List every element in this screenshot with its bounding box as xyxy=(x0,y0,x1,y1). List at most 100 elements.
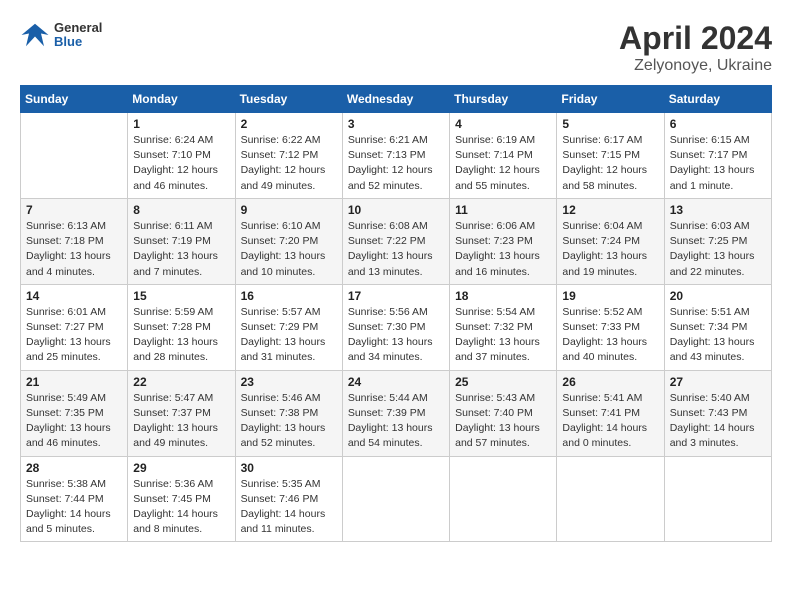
day-number: 30 xyxy=(241,461,337,475)
calendar-cell: 8 Sunrise: 6:11 AM Sunset: 7:19 PM Daylig… xyxy=(128,198,235,284)
day-number: 8 xyxy=(133,203,229,217)
day-detail: Sunrise: 5:40 AM Sunset: 7:43 PM Dayligh… xyxy=(670,391,766,452)
calendar-week-row: 7 Sunrise: 6:13 AM Sunset: 7:18 PM Daylig… xyxy=(21,198,772,284)
calendar-week-row: 1 Sunrise: 6:24 AM Sunset: 7:10 PM Daylig… xyxy=(21,113,772,199)
day-number: 4 xyxy=(455,117,551,131)
weekday-row: SundayMondayTuesdayWednesdayThursdayFrid… xyxy=(21,86,772,113)
weekday-header: Friday xyxy=(557,86,664,113)
day-number: 15 xyxy=(133,289,229,303)
calendar-cell xyxy=(21,113,128,199)
day-number: 19 xyxy=(562,289,658,303)
page-header: General Blue April 2024 Zelyonoye, Ukrai… xyxy=(20,20,772,75)
calendar-cell: 6 Sunrise: 6:15 AM Sunset: 7:17 PM Daylig… xyxy=(664,113,771,199)
calendar-cell: 15 Sunrise: 5:59 AM Sunset: 7:28 PM Dayli… xyxy=(128,284,235,370)
weekday-header: Wednesday xyxy=(342,86,449,113)
calendar-cell: 13 Sunrise: 6:03 AM Sunset: 7:25 PM Dayli… xyxy=(664,198,771,284)
calendar-cell: 18 Sunrise: 5:54 AM Sunset: 7:32 PM Dayli… xyxy=(450,284,557,370)
day-number: 27 xyxy=(670,375,766,389)
day-number: 17 xyxy=(348,289,444,303)
calendar-cell: 28Sunrise: 5:38 AM Sunset: 7:44 PM Dayli… xyxy=(21,456,128,542)
day-number: 18 xyxy=(455,289,551,303)
day-detail: Sunrise: 5:47 AM Sunset: 7:37 PM Dayligh… xyxy=(133,391,229,452)
day-detail: Sunrise: 6:10 AM Sunset: 7:20 PM Dayligh… xyxy=(241,219,337,280)
calendar-week-row: 14 Sunrise: 6:01 AM Sunset: 7:27 PM Dayli… xyxy=(21,284,772,370)
day-detail: Sunrise: 6:24 AM Sunset: 7:10 PM Dayligh… xyxy=(133,133,229,194)
calendar-cell: 27 Sunrise: 5:40 AM Sunset: 7:43 PM Dayli… xyxy=(664,370,771,456)
day-detail: Sunrise: 5:43 AM Sunset: 7:40 PM Dayligh… xyxy=(455,391,551,452)
title-block: April 2024 Zelyonoye, Ukraine xyxy=(619,20,772,75)
calendar-week-row: 28Sunrise: 5:38 AM Sunset: 7:44 PM Dayli… xyxy=(21,456,772,542)
calendar-cell: 5Sunrise: 6:17 AM Sunset: 7:15 PM Daylig… xyxy=(557,113,664,199)
day-detail: Sunrise: 5:41 AM Sunset: 7:41 PM Dayligh… xyxy=(562,391,658,452)
calendar-cell: 9 Sunrise: 6:10 AM Sunset: 7:20 PM Daylig… xyxy=(235,198,342,284)
day-number: 1 xyxy=(133,117,229,131)
calendar-cell: 3Sunrise: 6:21 AM Sunset: 7:13 PM Daylig… xyxy=(342,113,449,199)
calendar-cell: 21 Sunrise: 5:49 AM Sunset: 7:35 PM Dayli… xyxy=(21,370,128,456)
day-detail: Sunrise: 5:56 AM Sunset: 7:30 PM Dayligh… xyxy=(348,305,444,366)
day-number: 13 xyxy=(670,203,766,217)
day-number: 20 xyxy=(670,289,766,303)
day-number: 16 xyxy=(241,289,337,303)
calendar-cell: 16 Sunrise: 5:57 AM Sunset: 7:29 PM Dayli… xyxy=(235,284,342,370)
page-title: April 2024 xyxy=(619,20,772,57)
day-number: 25 xyxy=(455,375,551,389)
day-detail: Sunrise: 5:35 AM Sunset: 7:46 PM Dayligh… xyxy=(241,477,337,538)
day-number: 11 xyxy=(455,203,551,217)
calendar-cell: 1 Sunrise: 6:24 AM Sunset: 7:10 PM Daylig… xyxy=(128,113,235,199)
day-number: 21 xyxy=(26,375,122,389)
day-number: 12 xyxy=(562,203,658,217)
day-detail: Sunrise: 6:15 AM Sunset: 7:17 PM Dayligh… xyxy=(670,133,766,194)
calendar-cell: 17 Sunrise: 5:56 AM Sunset: 7:30 PM Dayli… xyxy=(342,284,449,370)
day-number: 9 xyxy=(241,203,337,217)
logo: General Blue xyxy=(20,20,102,50)
calendar-cell: 22 Sunrise: 5:47 AM Sunset: 7:37 PM Dayli… xyxy=(128,370,235,456)
day-detail: Sunrise: 6:01 AM Sunset: 7:27 PM Dayligh… xyxy=(26,305,122,366)
day-number: 7 xyxy=(26,203,122,217)
calendar-cell: 12 Sunrise: 6:04 AM Sunset: 7:24 PM Dayli… xyxy=(557,198,664,284)
day-detail: Sunrise: 5:57 AM Sunset: 7:29 PM Dayligh… xyxy=(241,305,337,366)
calendar-week-row: 21 Sunrise: 5:49 AM Sunset: 7:35 PM Dayli… xyxy=(21,370,772,456)
day-number: 24 xyxy=(348,375,444,389)
calendar-cell: 10 Sunrise: 6:08 AM Sunset: 7:22 PM Dayli… xyxy=(342,198,449,284)
day-detail: Sunrise: 6:08 AM Sunset: 7:22 PM Dayligh… xyxy=(348,219,444,280)
calendar-cell: 14 Sunrise: 6:01 AM Sunset: 7:27 PM Dayli… xyxy=(21,284,128,370)
day-number: 23 xyxy=(241,375,337,389)
day-detail: Sunrise: 6:04 AM Sunset: 7:24 PM Dayligh… xyxy=(562,219,658,280)
day-detail: Sunrise: 5:54 AM Sunset: 7:32 PM Dayligh… xyxy=(455,305,551,366)
calendar-cell: 19Sunrise: 5:52 AM Sunset: 7:33 PM Dayli… xyxy=(557,284,664,370)
day-detail: Sunrise: 6:13 AM Sunset: 7:18 PM Dayligh… xyxy=(26,219,122,280)
calendar-cell xyxy=(664,456,771,542)
day-number: 10 xyxy=(348,203,444,217)
calendar-cell xyxy=(557,456,664,542)
calendar-cell: 25 Sunrise: 5:43 AM Sunset: 7:40 PM Dayli… xyxy=(450,370,557,456)
calendar-cell: 20 Sunrise: 5:51 AM Sunset: 7:34 PM Dayli… xyxy=(664,284,771,370)
day-number: 3 xyxy=(348,117,444,131)
day-detail: Sunrise: 5:36 AM Sunset: 7:45 PM Dayligh… xyxy=(133,477,229,538)
calendar-cell: 11Sunrise: 6:06 AM Sunset: 7:23 PM Dayli… xyxy=(450,198,557,284)
day-detail: Sunrise: 6:11 AM Sunset: 7:19 PM Dayligh… xyxy=(133,219,229,280)
calendar-cell: 23 Sunrise: 5:46 AM Sunset: 7:38 PM Dayli… xyxy=(235,370,342,456)
weekday-header: Monday xyxy=(128,86,235,113)
day-detail: Sunrise: 5:49 AM Sunset: 7:35 PM Dayligh… xyxy=(26,391,122,452)
day-detail: Sunrise: 6:22 AM Sunset: 7:12 PM Dayligh… xyxy=(241,133,337,194)
calendar-table: SundayMondayTuesdayWednesdayThursdayFrid… xyxy=(20,85,772,542)
day-detail: Sunrise: 5:51 AM Sunset: 7:34 PM Dayligh… xyxy=(670,305,766,366)
calendar-cell: 2Sunrise: 6:22 AM Sunset: 7:12 PM Daylig… xyxy=(235,113,342,199)
day-detail: Sunrise: 6:19 AM Sunset: 7:14 PM Dayligh… xyxy=(455,133,551,194)
calendar-cell: 29 Sunrise: 5:36 AM Sunset: 7:45 PM Dayli… xyxy=(128,456,235,542)
day-number: 29 xyxy=(133,461,229,475)
day-detail: Sunrise: 5:59 AM Sunset: 7:28 PM Dayligh… xyxy=(133,305,229,366)
day-number: 6 xyxy=(670,117,766,131)
day-detail: Sunrise: 6:17 AM Sunset: 7:15 PM Dayligh… xyxy=(562,133,658,194)
day-number: 22 xyxy=(133,375,229,389)
day-detail: Sunrise: 5:46 AM Sunset: 7:38 PM Dayligh… xyxy=(241,391,337,452)
page-subtitle: Zelyonoye, Ukraine xyxy=(619,57,772,75)
day-detail: Sunrise: 5:44 AM Sunset: 7:39 PM Dayligh… xyxy=(348,391,444,452)
day-detail: Sunrise: 5:38 AM Sunset: 7:44 PM Dayligh… xyxy=(26,477,122,538)
day-detail: Sunrise: 6:03 AM Sunset: 7:25 PM Dayligh… xyxy=(670,219,766,280)
calendar-cell: 24 Sunrise: 5:44 AM Sunset: 7:39 PM Dayli… xyxy=(342,370,449,456)
calendar-cell: 30 Sunrise: 5:35 AM Sunset: 7:46 PM Dayli… xyxy=(235,456,342,542)
logo-text: General Blue xyxy=(54,21,102,50)
day-number: 14 xyxy=(26,289,122,303)
calendar-cell xyxy=(342,456,449,542)
